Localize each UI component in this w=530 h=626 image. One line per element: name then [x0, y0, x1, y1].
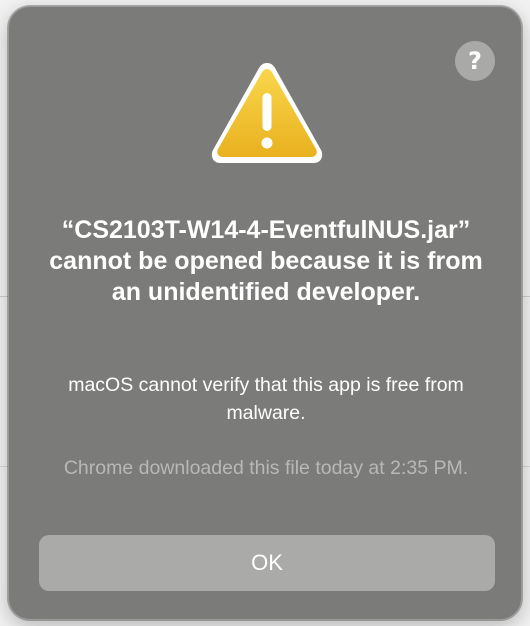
security-alert-dialog: ? “CS2103T-W14-4-EventfulNUS.jar” cannot…: [8, 6, 522, 620]
help-button[interactable]: ?: [455, 41, 495, 81]
ok-button[interactable]: OK: [39, 535, 495, 591]
download-info: Chrome downloaded this file today at 2:3…: [63, 457, 469, 479]
dialog-title: “CS2103T-W14-4-EventfulNUS.jar” cannot b…: [49, 216, 483, 306]
warning-triangle-icon: [211, 63, 323, 163]
dialog-message: macOS cannot verify that this app is fre…: [68, 374, 464, 424]
